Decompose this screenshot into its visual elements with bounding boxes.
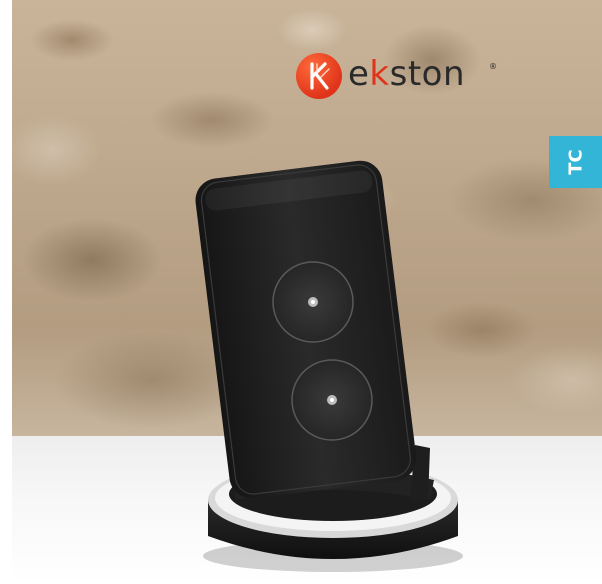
wireless-charger-stand-icon xyxy=(195,160,463,572)
product-photo: ekston ® TC xyxy=(0,0,602,584)
